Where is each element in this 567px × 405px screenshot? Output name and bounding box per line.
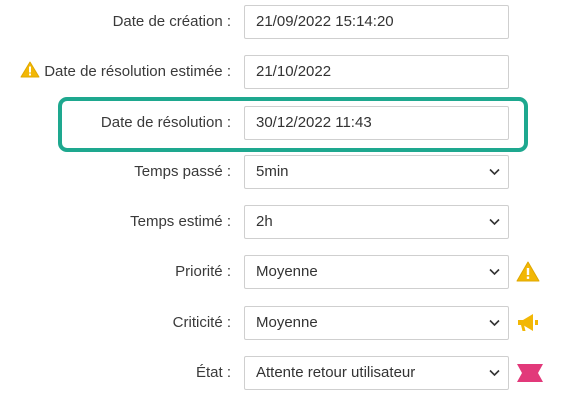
estimated-resolution-date-field[interactable]: 21/10/2022 (244, 55, 509, 89)
state-row: État : Attente retour utilisateur (0, 356, 567, 390)
criticality-row: Criticité : Moyenne (0, 306, 567, 340)
ribbon-icon (517, 364, 543, 382)
chevron-down-icon (489, 168, 500, 176)
megaphone-icon (518, 314, 538, 331)
estimated-resolution-date-label: Date de résolution estimée : (44, 63, 231, 80)
time-spent-row: Temps passé : 5min (0, 155, 567, 189)
time-spent-label: Temps passé : (134, 163, 231, 180)
priority-label: Priorité : (175, 263, 231, 280)
chevron-down-icon (489, 369, 500, 377)
time-estimated-label: Temps estimé : (130, 213, 231, 230)
priority-select[interactable]: Moyenne (244, 255, 509, 289)
state-label: État : (195, 364, 231, 381)
time-estimated-value: 2h (256, 213, 273, 230)
chevron-down-icon (489, 319, 500, 327)
chevron-down-icon (489, 268, 500, 276)
criticality-value: Moyenne (256, 314, 318, 331)
priority-value: Moyenne (256, 263, 318, 280)
chevron-down-icon (489, 218, 500, 226)
time-spent-value: 5min (256, 163, 289, 180)
criticality-label: Criticité : (172, 314, 231, 331)
time-spent-select[interactable]: 5min (244, 155, 509, 189)
criticality-select[interactable]: Moyenne (244, 306, 509, 340)
warning-triangle-icon (516, 261, 540, 282)
time-estimated-row: Temps estimé : 2h (0, 205, 567, 239)
time-estimated-select[interactable]: 2h (244, 205, 509, 239)
state-value: Attente retour utilisateur (256, 364, 416, 381)
creation-date-row: Date de création : 21/09/2022 15:14:20 (0, 5, 567, 39)
resolution-date-highlight (58, 97, 528, 152)
warning-icon (20, 57, 40, 91)
creation-date-field[interactable]: 21/09/2022 15:14:20 (244, 5, 509, 39)
state-select[interactable]: Attente retour utilisateur (244, 356, 509, 390)
creation-date-label: Date de création : (112, 13, 231, 30)
estimated-resolution-date-label-wrap: Date de résolution estimée : (20, 55, 231, 89)
estimated-resolution-date-row: Date de résolution estimée : 21/10/2022 (0, 55, 567, 89)
priority-row: Priorité : Moyenne (0, 255, 567, 289)
